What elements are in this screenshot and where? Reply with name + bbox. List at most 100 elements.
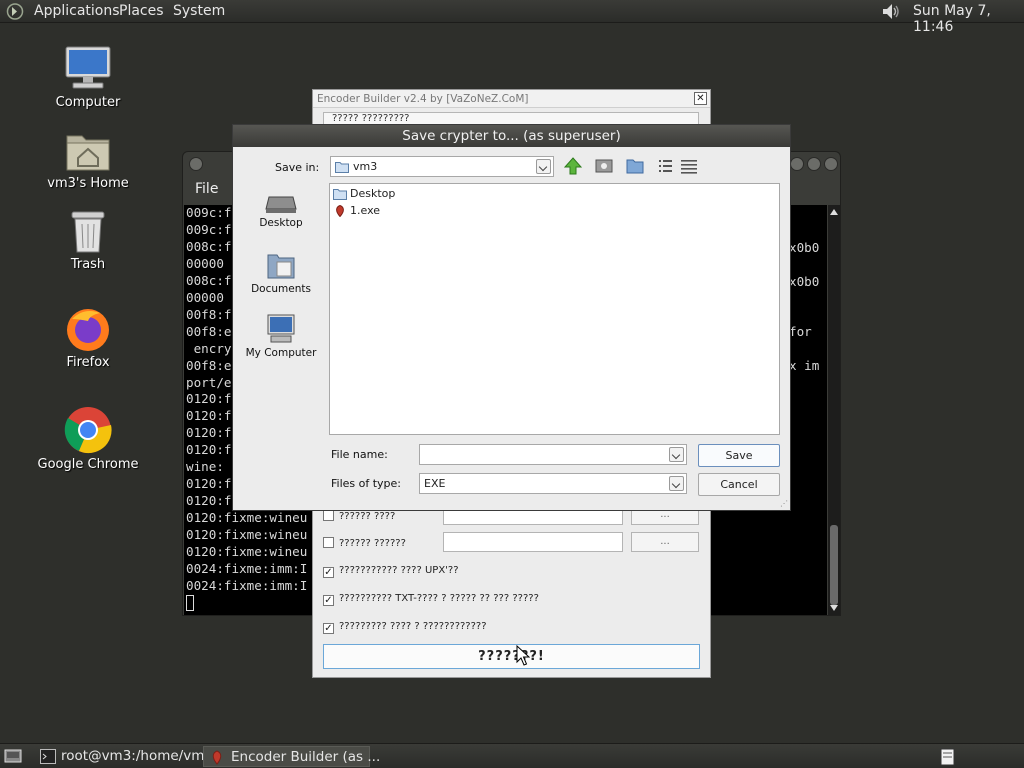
close-button[interactable]	[824, 157, 838, 171]
taskbar-label: Encoder Builder (as ...	[231, 749, 381, 765]
dialog-title: Save crypter to... (as superuser)	[233, 125, 790, 147]
file-type-label: Files of type:	[331, 477, 402, 490]
desktop-icon-label: Google Chrome	[37, 457, 139, 472]
desktop-icon-home[interactable]: vm3's Home	[33, 128, 143, 191]
place-my-computer[interactable]: My Computer	[241, 313, 321, 359]
detail-view-icon[interactable]	[678, 156, 700, 176]
notes-icon[interactable]	[938, 747, 956, 766]
up-folder-icon[interactable]	[562, 156, 584, 176]
terminal-text-fragment: x im	[789, 358, 820, 373]
place-label: Documents	[251, 283, 311, 295]
build-button[interactable]: ???????!	[323, 644, 700, 669]
maximize-button[interactable]	[807, 157, 821, 171]
show-desktop-icon[interactable]	[4, 748, 22, 764]
desktop-icon	[265, 196, 297, 213]
chevron-down-icon[interactable]	[536, 159, 551, 174]
option-row[interactable]: ✓ ????????? ???? ? ????????????	[323, 621, 487, 634]
firefox-icon	[67, 309, 109, 351]
file-name: 1.exe	[350, 204, 381, 217]
option-label: ?????????? TXT-???? ? ????? ?? ??? ?????	[339, 593, 539, 604]
place-desktop[interactable]: Desktop	[241, 193, 321, 229]
list-view-icon[interactable]	[654, 156, 676, 176]
menu-applications[interactable]: Applications	[34, 3, 120, 19]
desktop-icon-label: vm3's Home	[47, 176, 129, 191]
browse-button[interactable]: ...	[631, 532, 699, 552]
option-label: ?????? ??????	[339, 538, 406, 549]
place-label: Desktop	[259, 217, 303, 229]
menu-system[interactable]: System	[173, 3, 225, 19]
menu-places[interactable]: Places	[119, 3, 164, 19]
desktop-icon-computer[interactable]: Computer	[33, 45, 143, 110]
mouse-pointer-icon	[516, 645, 530, 666]
exe-icon	[212, 750, 222, 765]
file-name-label: File name:	[331, 448, 388, 461]
minimize-button[interactable]	[790, 157, 804, 171]
list-item[interactable]: Desktop	[333, 186, 395, 202]
file-name: Desktop	[350, 187, 396, 200]
cancel-button[interactable]: Cancel	[698, 473, 780, 496]
checkbox[interactable]	[323, 510, 334, 521]
option-label: ?????? ????	[339, 511, 396, 522]
terminal-icon	[40, 749, 56, 764]
terminal-text-fragment: x0b0	[789, 240, 820, 255]
taskbar-item-encoder[interactable]: Encoder Builder (as ...	[203, 746, 380, 767]
chevron-down-icon[interactable]	[669, 476, 684, 491]
folder-icon	[333, 189, 347, 200]
desktop-icon-chrome[interactable]: Google Chrome	[33, 405, 143, 472]
list-item[interactable]: 1.exe	[333, 203, 380, 219]
file-list[interactable]: Desktop 1.exe	[329, 183, 780, 435]
file-type-select[interactable]: EXE	[419, 473, 687, 494]
desktop-icon-trash[interactable]: Trash	[33, 209, 143, 272]
option-row[interactable]: ?????? ????	[323, 510, 395, 522]
file-name-input[interactable]	[419, 444, 687, 465]
taskbar-label: root@vm3:/home/vm3	[61, 748, 213, 764]
file-type-value: EXE	[424, 477, 446, 490]
terminal-scrollbar[interactable]	[828, 205, 840, 615]
window-menu-button[interactable]	[189, 157, 203, 171]
clock[interactable]: Sun May 7, 11:46	[913, 3, 1024, 35]
option-row[interactable]: ?????? ??????	[323, 537, 406, 549]
terminal-text-fragment: for	[789, 324, 812, 339]
save-button[interactable]: Save	[698, 444, 780, 467]
desktop-icon-label: Firefox	[66, 355, 110, 370]
save-in-value: vm3	[353, 160, 378, 173]
folder-icon	[335, 162, 349, 173]
scroll-up-icon[interactable]	[830, 209, 838, 215]
volume-icon[interactable]	[880, 1, 902, 22]
close-icon[interactable]: ✕	[694, 92, 707, 105]
scroll-thumb[interactable]	[830, 525, 838, 605]
place-label: My Computer	[245, 347, 317, 359]
documents-icon	[267, 254, 295, 279]
save-in-combo[interactable]: vm3	[330, 156, 554, 177]
new-folder-icon[interactable]	[593, 156, 615, 176]
chrome-icon	[64, 407, 112, 454]
save-dialog[interactable]: Save crypter to... (as superuser) Save i…	[232, 124, 791, 511]
menu-file[interactable]: File	[195, 181, 218, 197]
desktop-icon-firefox[interactable]: Firefox	[33, 305, 143, 370]
text-field[interactable]	[443, 532, 623, 552]
chevron-down-icon[interactable]	[669, 447, 684, 462]
desktop-icon-label: Trash	[70, 257, 106, 272]
resize-grip-icon[interactable]: ⋰	[780, 499, 788, 508]
desktop-icon-label: Computer	[55, 95, 121, 110]
option-label: ??????????? ???? UPX'??	[339, 565, 459, 576]
window-title: Encoder Builder v2.4 by [VaZoNeZ.CoM]	[313, 90, 710, 108]
checkbox-checked[interactable]: ✓	[323, 567, 334, 578]
scroll-down-icon[interactable]	[830, 605, 838, 611]
checkbox-checked[interactable]: ✓	[323, 595, 334, 606]
place-documents[interactable]: Documents	[241, 251, 321, 295]
checkbox[interactable]	[323, 537, 334, 548]
home-folder-icon	[66, 135, 110, 171]
trash-icon	[71, 211, 105, 253]
gnome-foot-icon[interactable]	[6, 3, 24, 20]
save-in-label: Save in:	[275, 161, 320, 174]
option-label: ????????? ???? ? ????????????	[339, 621, 487, 632]
taskbar-item-terminal[interactable]: root@vm3:/home/vm3	[34, 746, 213, 767]
option-row[interactable]: ✓ ??????????? ???? UPX'??	[323, 565, 459, 578]
folder-view-icon[interactable]	[624, 156, 646, 176]
checkbox-checked[interactable]: ✓	[323, 623, 334, 634]
my-computer-icon	[267, 314, 295, 343]
exe-icon	[336, 204, 344, 218]
option-row[interactable]: ✓ ?????????? TXT-???? ? ????? ?? ??? ????…	[323, 593, 539, 606]
text-cursor	[186, 594, 194, 611]
